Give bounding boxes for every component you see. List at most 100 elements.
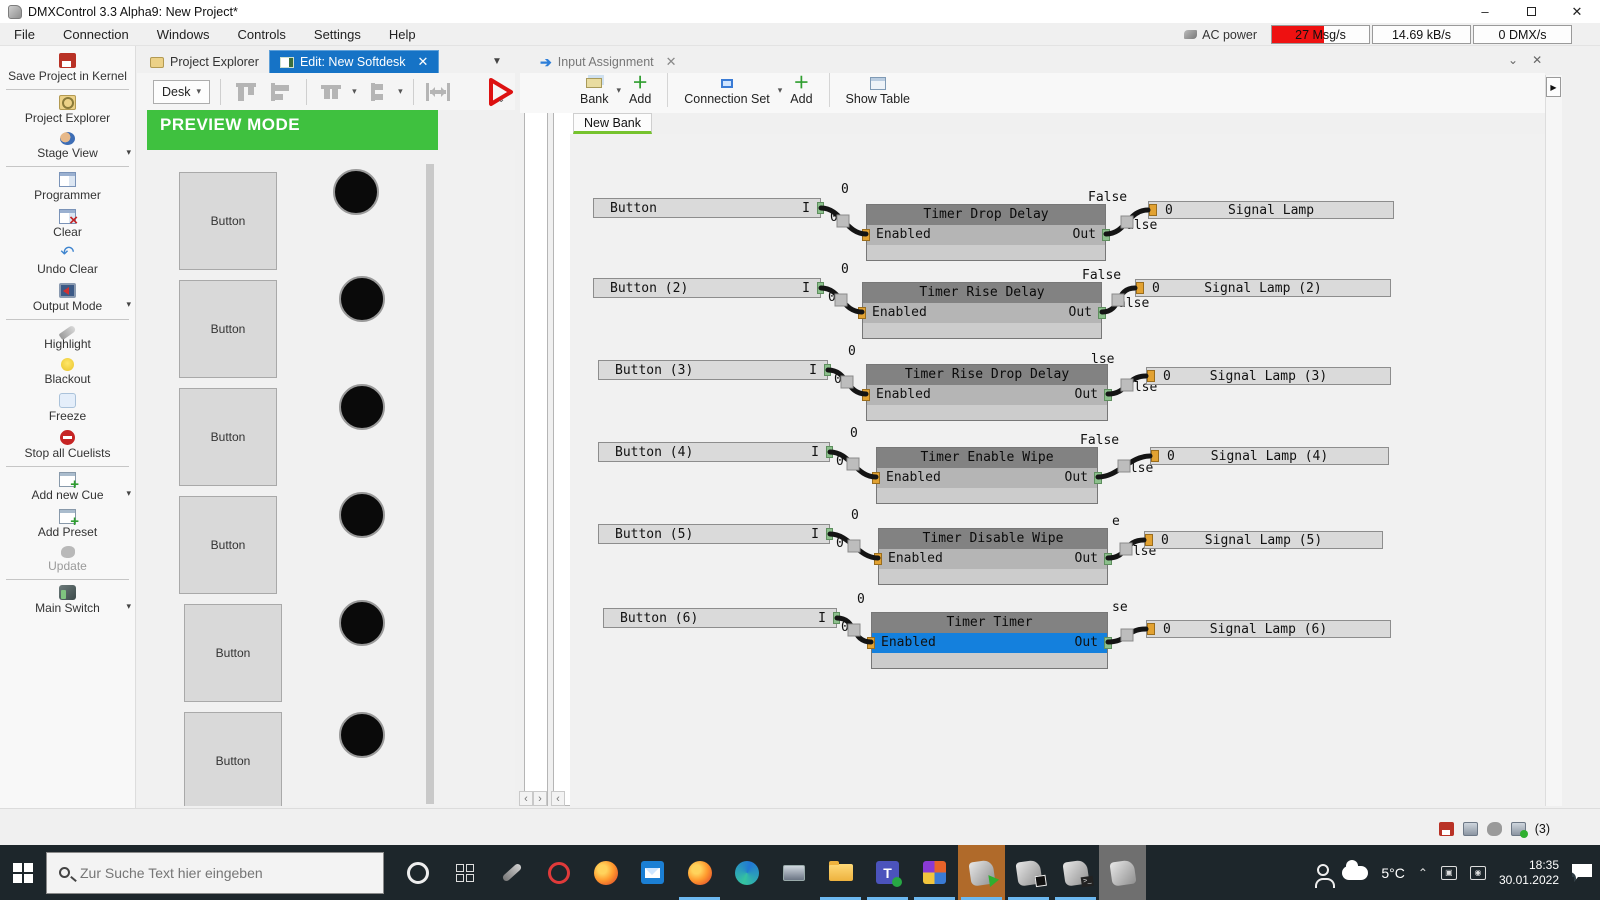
softdesk-signal-lamp[interactable]	[339, 276, 385, 322]
same-width-icon[interactable]	[317, 78, 346, 106]
toolbar-overflow-icon[interactable]: ⌄	[497, 94, 505, 105]
sidebar-item-output-mode[interactable]: Output Mode ▾	[0, 280, 135, 317]
horizontal-spacing-icon[interactable]	[424, 78, 453, 106]
sidebar-item-clear[interactable]: Clear	[0, 206, 135, 243]
button-node[interactable]: Button (2) I	[593, 278, 824, 298]
output-port[interactable]	[833, 612, 840, 624]
taskbar-dmxcontrol-kernel-icon[interactable]	[1005, 845, 1052, 900]
search-input[interactable]	[80, 864, 350, 881]
save-status-icon[interactable]	[1438, 822, 1454, 836]
menu-windows[interactable]: Windows	[143, 24, 224, 45]
signal-lamp-node[interactable]: 0 Signal Lamp (4)	[1150, 447, 1389, 465]
maximize-button[interactable]	[1508, 0, 1554, 23]
scroll-right-icon[interactable]: ›	[533, 791, 547, 806]
connection-set-button[interactable]: Connection Set	[676, 73, 777, 107]
taskbar-file-explorer-icon[interactable]	[817, 845, 864, 900]
dropdown-arrow-icon[interactable]: ▾	[126, 601, 131, 612]
output-port[interactable]	[1094, 472, 1102, 484]
pane-menu-icon[interactable]: ⌄	[1508, 53, 1518, 67]
sidebar-item-programmer[interactable]: Programmer	[0, 169, 135, 206]
input-port[interactable]	[1147, 623, 1155, 635]
desk-button[interactable]: Desk ▾	[153, 79, 211, 104]
taskbar-mail-icon[interactable]	[629, 845, 676, 900]
add-bank-button[interactable]: ＋ Add	[621, 73, 659, 107]
timer-node[interactable]: Timer Timer Enabled Out	[867, 612, 1112, 669]
tray-icon[interactable]: ◉	[1469, 865, 1486, 880]
close-tab-icon[interactable]: ✕	[666, 54, 677, 70]
tab-input-assignment[interactable]: ➔ Input Assignment ✕	[530, 50, 687, 74]
input-port[interactable]	[1151, 450, 1159, 462]
timer-node[interactable]: Timer Disable Wipe Enabled Out	[874, 528, 1112, 585]
node-graph-canvas[interactable]: Button I 0 0 Timer Drop Delay Enabled Out …	[570, 134, 1545, 806]
sidebar-item-highlight[interactable]: Highlight	[0, 322, 135, 355]
taskbar-dmxcontrol-icon[interactable]	[1099, 845, 1146, 900]
menu-connection[interactable]: Connection	[49, 24, 143, 45]
taskbar-opera-icon[interactable]	[535, 845, 582, 900]
sidebar-item-stage-view[interactable]: Stage View ▾	[0, 129, 135, 164]
add-connection-button[interactable]: ＋ Add	[782, 73, 820, 107]
show-table-button[interactable]: Show Table	[838, 73, 918, 107]
selected-timer-row[interactable]: Enabled Out	[867, 633, 1112, 653]
tab-edit-new-softdesk[interactable]: Edit: New Softdesk ✕	[268, 50, 440, 74]
scroll-left-icon[interactable]: ‹	[519, 791, 533, 806]
timer-node[interactable]: Timer Enable Wipe Enabled Out	[872, 447, 1102, 504]
button-node[interactable]: Button I	[593, 198, 824, 218]
dropdown-arrow-icon[interactable]: ▾	[126, 488, 131, 499]
start-button[interactable]	[0, 845, 46, 900]
sidebar-item-add-preset[interactable]: Add Preset	[0, 506, 135, 543]
collapsed-panel-strip[interactable]	[1545, 75, 1562, 806]
menu-controls[interactable]: Controls	[223, 24, 299, 45]
softdesk-button[interactable]: Button	[179, 496, 277, 594]
button-node[interactable]: Button (4) I	[598, 442, 833, 462]
menu-file[interactable]: File	[0, 24, 49, 45]
softdesk-button[interactable]: Button	[179, 280, 277, 378]
dropdown-arrow-icon[interactable]: ▾	[126, 299, 131, 310]
sidebar-item-main-switch[interactable]: Main Switch ▾	[0, 582, 135, 619]
taskbar-dmxcontrol-active-icon[interactable]	[958, 845, 1005, 900]
output-port[interactable]	[1104, 553, 1112, 565]
sidebar-item-undo-clear[interactable]: ↶ Undo Clear	[0, 243, 135, 280]
input-port[interactable]	[874, 553, 882, 565]
taskbar-teams-icon[interactable]: T	[864, 845, 911, 900]
input-port[interactable]	[1149, 204, 1157, 216]
softdesk-signal-lamp[interactable]	[339, 712, 385, 758]
taskbar-edge-icon[interactable]	[723, 845, 770, 900]
minimize-button[interactable]: –	[1462, 0, 1508, 23]
notification-center-icon[interactable]: 4	[1572, 863, 1592, 882]
output-port[interactable]	[826, 446, 833, 458]
sidebar-item-blackout[interactable]: Blackout	[0, 355, 135, 390]
signal-lamp-node[interactable]: 0 Signal Lamp	[1148, 201, 1394, 219]
signal-lamp-node[interactable]: 0 Signal Lamp (3)	[1146, 367, 1391, 385]
softdesk-button[interactable]: Button	[179, 388, 277, 486]
sidebar-item-stop-all-cuelists[interactable]: Stop all Cuelists	[0, 427, 135, 464]
vertical-scrollbar[interactable]	[426, 164, 434, 804]
people-icon[interactable]	[1315, 863, 1336, 888]
softdesk-button[interactable]: Button	[184, 712, 282, 806]
tab-list-dropdown-icon[interactable]: ▼	[492, 56, 502, 67]
sidebar-item-add-new-cue[interactable]: Add new Cue ▾	[0, 469, 135, 506]
clock[interactable]: 18:35 30.01.2022	[1499, 858, 1559, 888]
timer-node[interactable]: Timer Rise Drop Delay Enabled Out	[862, 364, 1112, 421]
input-port[interactable]	[867, 637, 875, 649]
timer-node[interactable]: Timer Drop Delay Enabled Out	[862, 204, 1110, 261]
kernel-status-icon[interactable]	[1462, 822, 1478, 836]
output-port[interactable]	[824, 364, 831, 376]
device-status-icon[interactable]	[1486, 822, 1502, 836]
input-port[interactable]	[1145, 534, 1153, 546]
taskbar-firefox-icon[interactable]	[582, 845, 629, 900]
sidebar-item-freeze[interactable]: Freeze	[0, 390, 135, 427]
expand-panel-icon[interactable]: ▶	[1546, 77, 1561, 97]
close-button[interactable]: ✕	[1554, 0, 1600, 23]
chevron-down-icon[interactable]: ▾	[352, 86, 357, 97]
output-port[interactable]	[1102, 229, 1110, 241]
signal-lamp-node[interactable]: 0 Signal Lamp (5)	[1144, 531, 1383, 549]
bank-button[interactable]: Bank	[572, 73, 617, 107]
softdesk-button[interactable]: Button	[179, 172, 277, 270]
align-top-icon[interactable]	[231, 78, 260, 106]
input-port[interactable]	[862, 389, 870, 401]
signal-lamp-node[interactable]: 0 Signal Lamp (2)	[1135, 279, 1391, 297]
taskbar-task-view-icon[interactable]	[441, 845, 488, 900]
softdesk-button[interactable]: Button	[184, 604, 282, 702]
taskbar-cortana-icon[interactable]	[394, 845, 441, 900]
signal-lamp-node[interactable]: 0 Signal Lamp (6)	[1146, 620, 1391, 638]
